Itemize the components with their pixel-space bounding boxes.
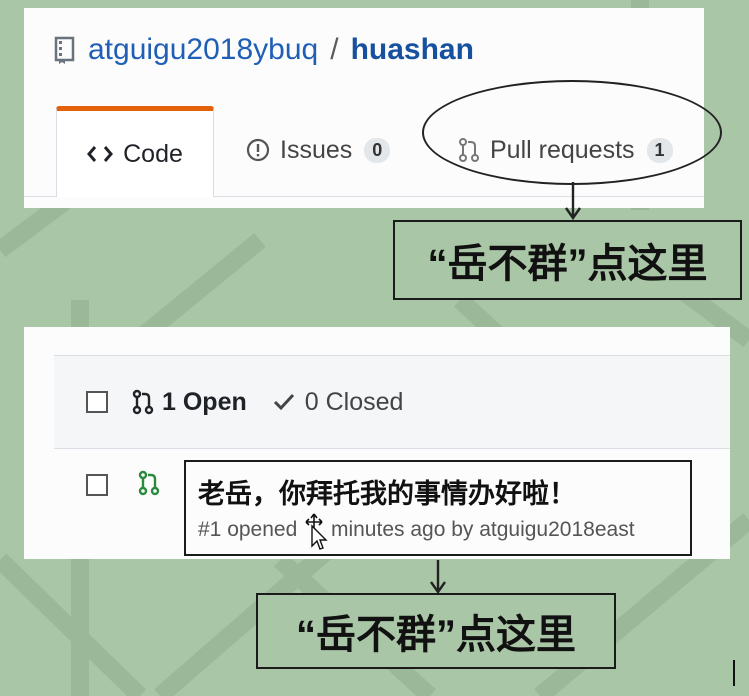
- repo-name-link[interactable]: huashan: [351, 33, 474, 67]
- code-icon: [87, 144, 114, 164]
- arrow-down-icon: [565, 182, 581, 221]
- annotation-callout-bottom: “岳不群”点这里: [256, 593, 616, 669]
- select-all-checkbox[interactable]: [86, 391, 108, 413]
- text-caret: [733, 660, 735, 686]
- move-cursor-icon: [305, 513, 328, 550]
- tab-issues-label: Issues: [280, 135, 353, 164]
- pull-request-row: 老岳，你拜托我的事情办好啦！ #1 opened minutes ago by …: [54, 448, 730, 559]
- issues-count-badge: 0: [364, 137, 391, 163]
- highlight-ellipse: [422, 80, 722, 185]
- pull-request-meta-prefix: #1 opened: [198, 518, 298, 541]
- tab-code-label: Code: [123, 139, 183, 168]
- repo-path-separator: /: [330, 33, 339, 66]
- git-pull-request-icon: [132, 389, 154, 415]
- repo-owner-link[interactable]: atguigu2018ybuq: [88, 33, 318, 67]
- open-filter-link[interactable]: 1 Open: [132, 388, 247, 417]
- pull-request-title-highlight: 老岳，你拜托我的事情办好啦！ #1 opened minutes ago by …: [184, 460, 692, 556]
- pull-request-row-checkbox[interactable]: [86, 474, 108, 496]
- pull-request-meta: #1 opened minutes ago by atguigu2018east: [198, 518, 635, 542]
- git-pull-request-open-icon: [138, 470, 160, 501]
- pull-request-list-header: 1 Open 0 Closed: [54, 355, 730, 449]
- open-count-label: 1 Open: [162, 387, 247, 416]
- annotation-callout-top: “岳不群”点这里: [393, 220, 742, 300]
- pull-request-title-link[interactable]: 老岳，你拜托我的事情办好啦！: [198, 472, 576, 511]
- repo-icon: [54, 36, 75, 64]
- tab-code[interactable]: Code: [56, 106, 214, 197]
- tab-issues[interactable]: Issues 0: [246, 106, 391, 194]
- pull-request-meta-suffix: minutes ago by atguigu2018east: [330, 518, 635, 541]
- issue-opened-icon: [246, 138, 270, 162]
- arrow-down-icon: [430, 560, 446, 595]
- pull-request-list-panel: 1 Open 0 Closed 老岳，你拜托我的事情办好啦！ #1 opened…: [24, 327, 730, 559]
- repo-title: atguigu2018ybuq / huashan: [54, 30, 474, 70]
- closed-filter-link[interactable]: 0 Closed: [273, 387, 404, 417]
- closed-count-label: 0 Closed: [304, 387, 404, 416]
- check-icon: [273, 393, 295, 411]
